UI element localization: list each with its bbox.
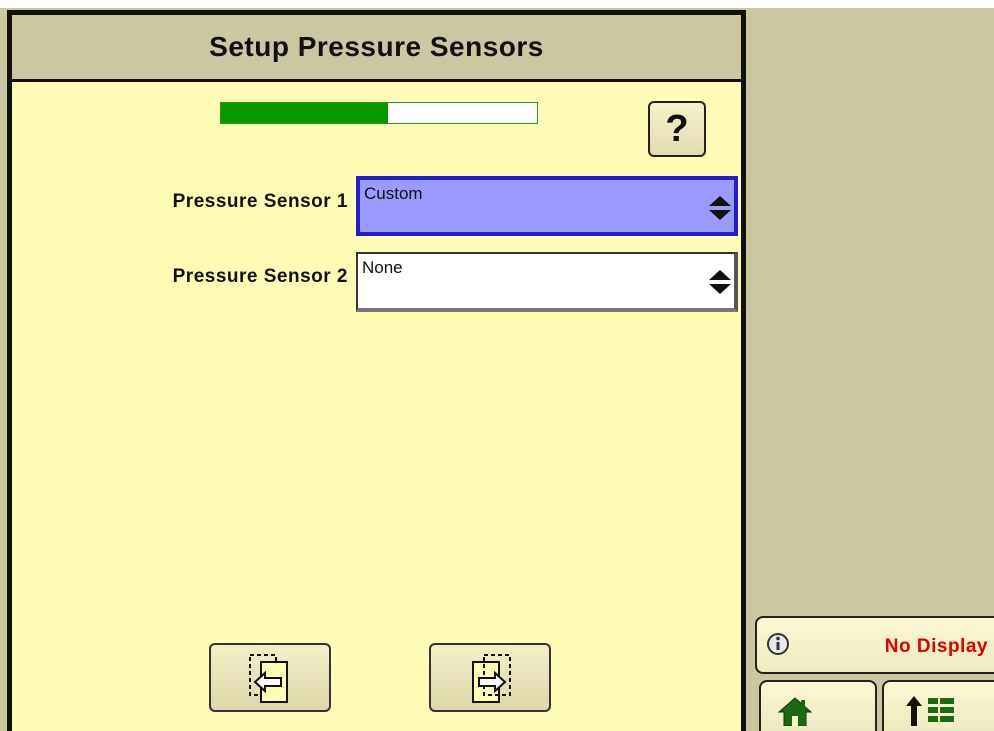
pressure-sensor-2-value: None xyxy=(362,258,403,277)
info-icon xyxy=(767,633,789,655)
progress-fill xyxy=(221,103,389,123)
up-arrow-list-icon xyxy=(906,696,954,726)
help-icon: ? xyxy=(665,107,689,150)
back-button[interactable] xyxy=(209,643,331,712)
wizard-header: Setup Pressure Sensors xyxy=(12,15,741,82)
next-button[interactable] xyxy=(429,643,551,712)
page-title: Setup Pressure Sensors xyxy=(209,31,544,62)
page-next-icon xyxy=(472,653,511,703)
status-text: No Display xyxy=(884,636,988,657)
wizard-progress-bar xyxy=(220,102,538,124)
page-back-icon xyxy=(249,653,288,703)
top-strip xyxy=(0,0,994,8)
pressure-sensor-1-dropdown[interactable]: Custom xyxy=(356,176,738,236)
pressure-sensor-2-dropdown[interactable]: None xyxy=(356,252,738,312)
pressure-sensor-1-label: Pressure Sensor 1 xyxy=(172,191,348,212)
help-button[interactable]: ? xyxy=(648,101,706,157)
pressure-sensor-1-value: Custom xyxy=(364,184,423,203)
status-indicator[interactable]: No Display xyxy=(755,616,994,674)
setup-wizard-panel: Setup Pressure Sensors ? Pressure Sensor… xyxy=(7,10,746,731)
up-down-arrows-icon xyxy=(709,270,731,294)
home-button[interactable] xyxy=(759,680,877,731)
up-down-arrows-icon xyxy=(709,196,731,220)
menu-button[interactable] xyxy=(882,680,994,731)
pressure-sensor-2-label: Pressure Sensor 2 xyxy=(172,266,348,287)
home-icon xyxy=(777,697,813,726)
